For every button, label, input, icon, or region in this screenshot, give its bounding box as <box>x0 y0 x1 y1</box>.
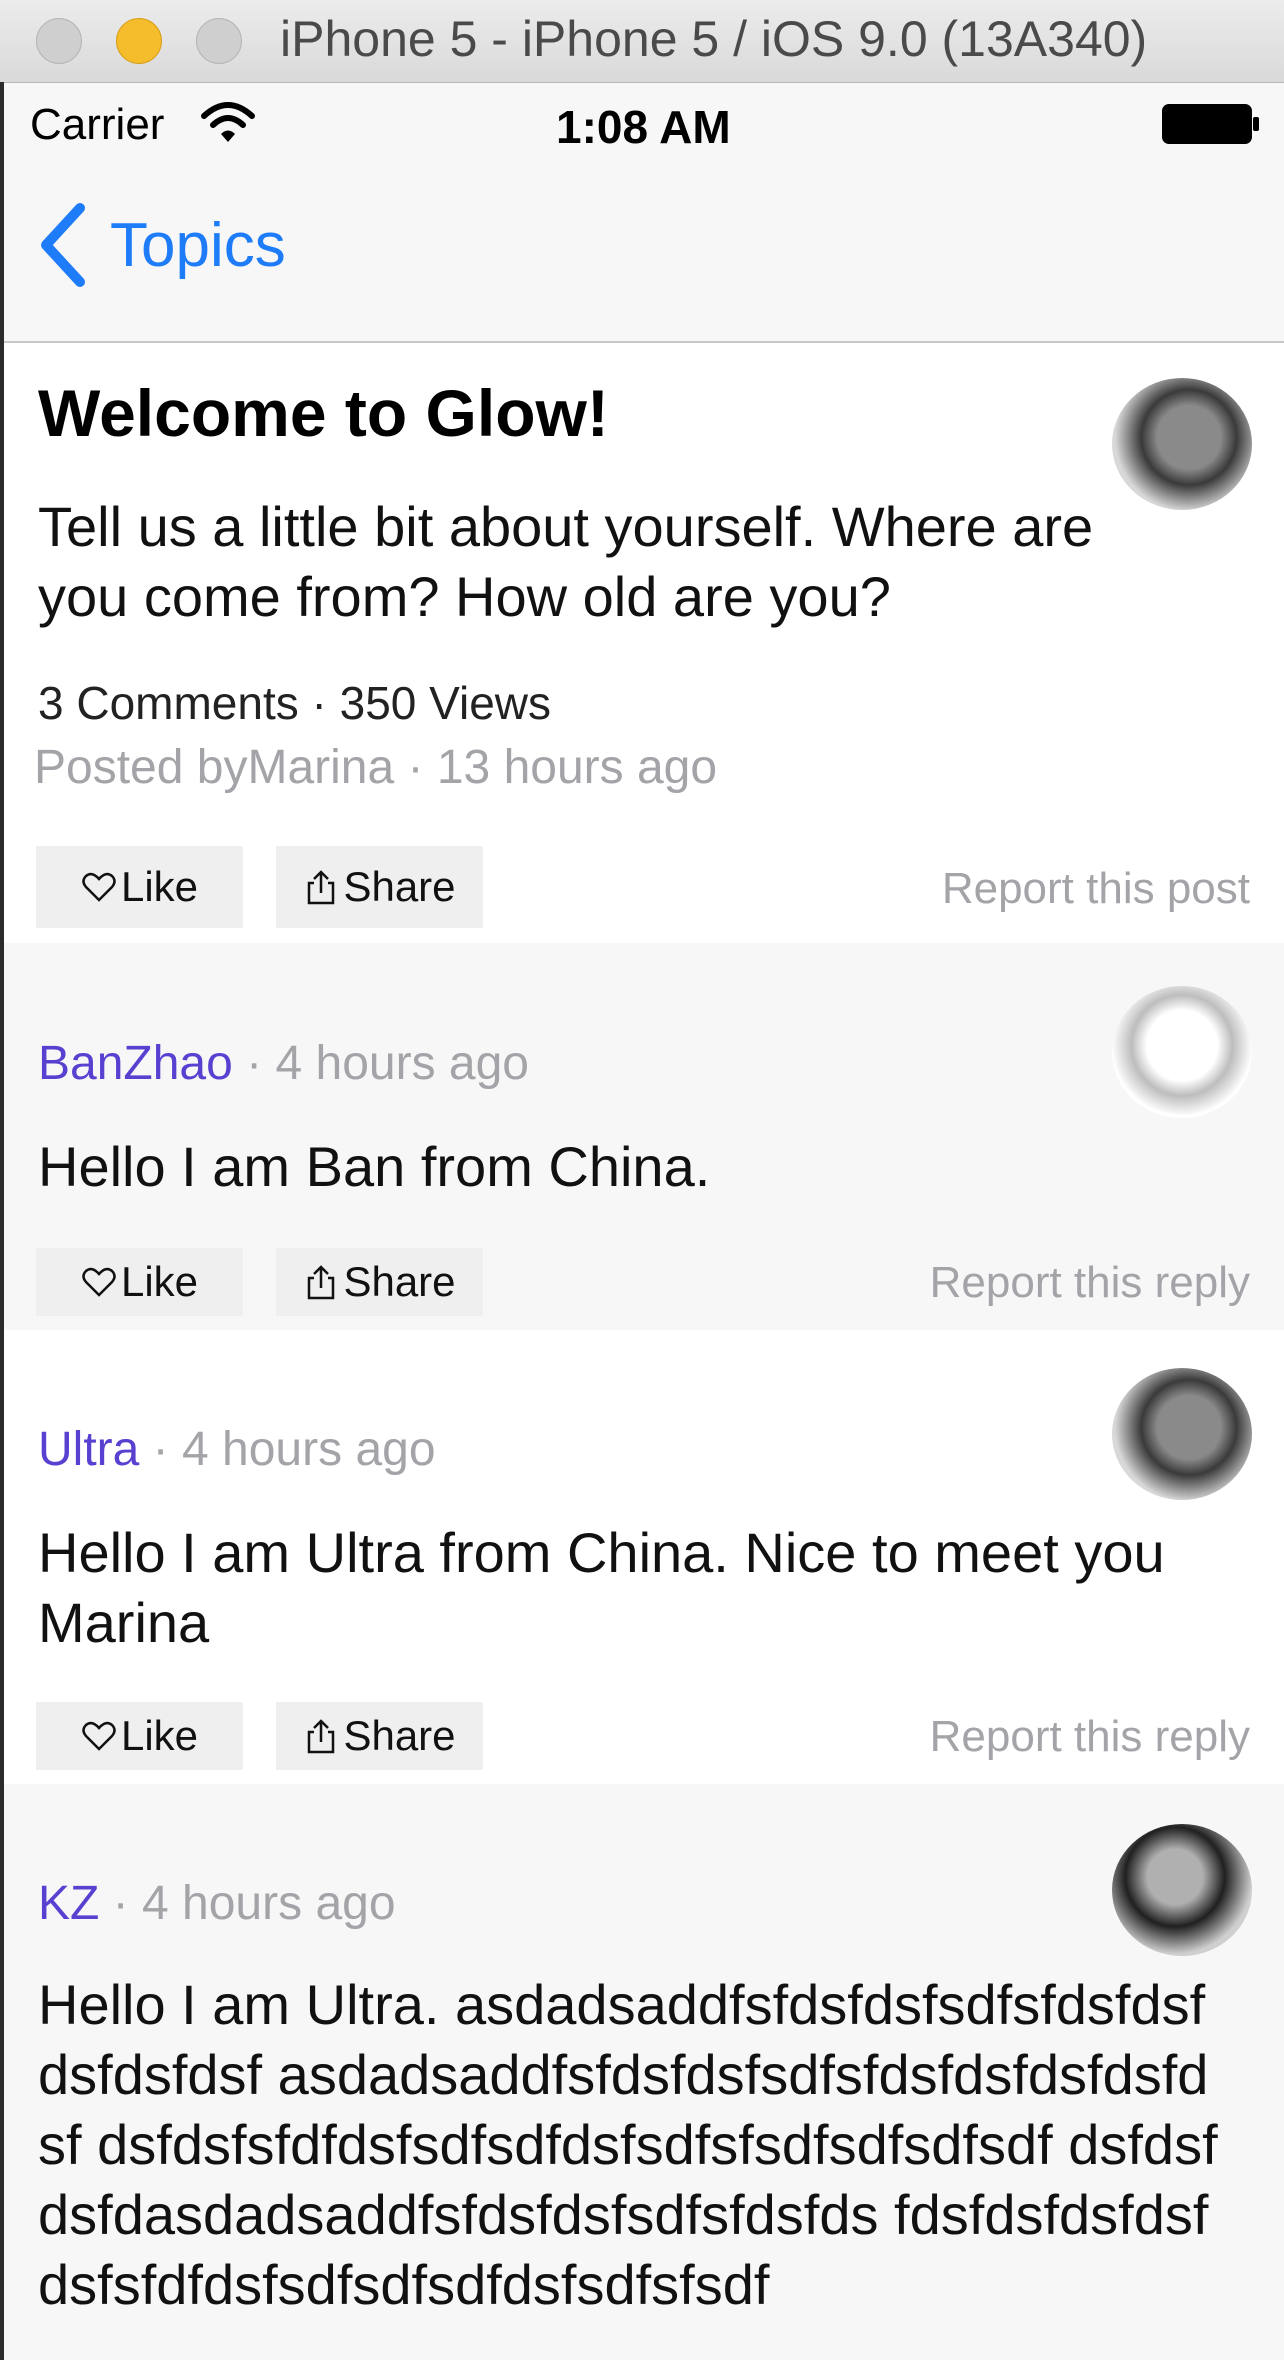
reply-body: Hello I am Ban from China. <box>38 1135 711 1198</box>
post-share-label: Share <box>343 863 456 910</box>
reply-author-avatar[interactable] <box>1112 986 1252 1118</box>
reply-header: Ultra · 4 hours ago <box>38 1422 436 1477</box>
post-title: Welcome to Glow! <box>38 376 609 450</box>
post-like-label: Like <box>120 863 199 910</box>
reply-author[interactable]: KZ <box>38 1877 99 1930</box>
battery-icon <box>1162 104 1259 144</box>
window-minimize-button[interactable] <box>116 18 162 64</box>
reply-share-button[interactable]: Share <box>276 1248 483 1316</box>
status-time: 1:08 AM <box>556 101 731 153</box>
post-like-button[interactable]: Like <box>36 846 243 928</box>
reply-share-label: Share <box>343 1258 456 1305</box>
reply-time: · 4 hours ago <box>232 1037 529 1090</box>
reply-header: BanZhao · 4 hours ago <box>38 1036 529 1091</box>
heart-icon <box>82 1721 116 1751</box>
reply-like-label: Like <box>120 1712 199 1759</box>
reply-author[interactable]: BanZhao <box>38 1037 233 1090</box>
reply-author-avatar[interactable] <box>1112 1824 1252 1956</box>
back-button[interactable]: Topics <box>36 203 286 287</box>
window-close-button[interactable] <box>36 18 82 64</box>
heart-icon <box>82 872 116 902</box>
report-reply-link[interactable]: Report this reply <box>800 1712 1250 1762</box>
post-share-button[interactable]: Share <box>276 846 483 928</box>
reply-author-avatar[interactable] <box>1112 1368 1252 1500</box>
wifi-icon <box>201 102 255 142</box>
share-icon <box>308 1265 335 1300</box>
share-icon <box>308 870 335 905</box>
reply-like-button[interactable]: Like <box>36 1702 243 1770</box>
report-post-link[interactable]: Report this post <box>800 864 1250 914</box>
post-stats: 3 Comments · 350 Views <box>38 677 552 729</box>
reply-time: · 4 hours ago <box>99 1877 396 1930</box>
reply-like-label: Like <box>120 1258 199 1305</box>
share-icon <box>308 1719 335 1754</box>
reply-time: · 4 hours ago <box>139 1423 436 1476</box>
reply-header: KZ · 4 hours ago <box>38 1876 396 1931</box>
chevron-left-icon <box>41 203 85 287</box>
reply-body: Hello I am Ultra from China. Nice to mee… <box>38 1521 1165 1654</box>
reply-share-button[interactable]: Share <box>276 1702 483 1770</box>
reply-share-label: Share <box>343 1712 456 1759</box>
report-reply-link[interactable]: Report this reply <box>800 1258 1250 1308</box>
back-label: Topics <box>110 210 286 280</box>
reply-author[interactable]: Ultra <box>38 1423 139 1476</box>
reply-like-button[interactable]: Like <box>36 1248 243 1316</box>
window-title: iPhone 5 - iPhone 5 / iOS 9.0 (13A340) <box>280 11 1148 67</box>
carrier-label: Carrier <box>30 100 165 149</box>
heart-icon <box>82 1267 116 1297</box>
post-byline: Posted byMarina · 13 hours ago <box>34 741 718 794</box>
post-author-avatar[interactable] <box>1112 378 1252 510</box>
window-maximize-button[interactable] <box>196 18 242 64</box>
post-body: Tell us a little bit about yourself. Whe… <box>38 495 1094 628</box>
reply-body: Hello I am Ultra. asdadsaddfsfdsfdsfsdfs… <box>38 1973 1218 2316</box>
